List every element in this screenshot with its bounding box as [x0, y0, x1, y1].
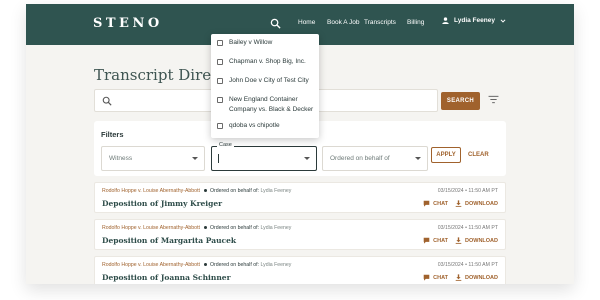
chat-button[interactable]: CHAT: [423, 200, 448, 207]
text-cursor: [218, 154, 219, 163]
download-button[interactable]: DOWNLOAD: [455, 274, 498, 281]
chat-label: CHAT: [433, 274, 448, 281]
transcript-date: 03/15/2024 • 11:50 AM PT: [437, 188, 498, 194]
transcript-date: 03/15/2024 • 11:50 AM PT: [437, 262, 498, 268]
ordered-on-behalf-select[interactable]: Ordered on behalf of: [322, 146, 428, 171]
case-option-label: New England Container Company vs. Black …: [229, 96, 314, 113]
user-menu[interactable]: Lydia Feeney: [442, 17, 506, 24]
case-option-label: Bailey v Willow: [229, 39, 273, 46]
transcript-title[interactable]: Deposition of Margarita Paucek: [102, 236, 236, 245]
filter-icon[interactable]: [488, 95, 499, 104]
caret-down-icon: [192, 157, 198, 160]
ordered-by: Lydia Feeney: [260, 225, 292, 231]
search-icon: [102, 96, 112, 106]
filters-heading: Filters: [101, 130, 124, 139]
checkbox-icon[interactable]: [217, 123, 223, 129]
caret-down-icon: [415, 157, 421, 160]
download-button[interactable]: DOWNLOAD: [455, 200, 498, 207]
checkbox-icon[interactable]: [217, 97, 223, 103]
case-dropdown-menu: Bailey v Willow Chapman v. Shop Big, Inc…: [211, 34, 319, 138]
download-label: DOWNLOAD: [465, 274, 498, 281]
nav-book-a-job[interactable]: Book A Job: [327, 19, 360, 26]
download-icon: [455, 274, 462, 281]
chat-icon: [423, 200, 430, 207]
witness-placeholder: Witness: [109, 155, 133, 162]
witness-select[interactable]: Witness: [101, 146, 205, 171]
transcript-card[interactable]: Rodolfo Hoppe v. Louise Abernathy-Abbott…: [94, 219, 506, 250]
checkbox-icon[interactable]: [217, 59, 223, 65]
card-meta: Rodolfo Hoppe v. Louise Abernathy-Abbott…: [102, 262, 291, 268]
card-actions: CHAT DOWNLOAD: [423, 237, 498, 244]
case-option-label: Chapman v. Shop Big, Inc.: [229, 58, 306, 65]
case-parties: Rodolfo Hoppe v. Louise Abernathy-Abbott: [102, 188, 200, 194]
chat-button[interactable]: CHAT: [423, 237, 448, 244]
download-label: DOWNLOAD: [465, 237, 498, 244]
case-option[interactable]: John Doe v City of Test City: [217, 76, 321, 86]
apply-button[interactable]: APPLY: [431, 147, 461, 163]
card-meta: Rodolfo Hoppe v. Louise Abernathy-Abbott…: [102, 188, 291, 194]
chat-label: CHAT: [433, 237, 448, 244]
case-option[interactable]: Bailey v Willow: [217, 38, 321, 48]
card-meta: Rodolfo Hoppe v. Louise Abernathy-Abbott…: [102, 225, 291, 231]
ordered-placeholder: Ordered on behalf of: [330, 155, 390, 162]
user-icon: [442, 17, 449, 24]
search-icon[interactable]: [270, 18, 281, 29]
ordered-by: Lydia Feeney: [260, 188, 292, 194]
transcript-title[interactable]: Deposition of Jimmy Kreiger: [102, 199, 222, 208]
chat-button[interactable]: CHAT: [423, 274, 448, 281]
chat-label: CHAT: [433, 200, 448, 207]
chevron-down-icon: [500, 18, 506, 23]
separator-dot: [203, 226, 207, 230]
ordered-label: Ordered on behalf of:: [209, 188, 259, 194]
chat-icon: [423, 274, 430, 281]
case-select[interactable]: Case: [211, 142, 317, 171]
card-actions: CHAT DOWNLOAD: [423, 274, 498, 281]
nav-billing[interactable]: Billing: [407, 19, 424, 26]
download-icon: [455, 237, 462, 244]
checkbox-icon[interactable]: [217, 40, 223, 46]
checkbox-icon[interactable]: [217, 78, 223, 84]
nav-transcripts[interactable]: Transcripts: [364, 19, 396, 26]
case-option[interactable]: qdoba vs chipotle: [217, 121, 321, 131]
steno-logo[interactable]: STENO: [93, 16, 163, 31]
transcript-card[interactable]: Rodolfo Hoppe v. Louise Abernathy-Abbott…: [94, 256, 506, 284]
case-parties: Rodolfo Hoppe v. Louise Abernathy-Abbott: [102, 225, 200, 231]
transcript-date: 03/15/2024 • 11:50 AM PT: [437, 225, 498, 231]
case-option-label: John Doe v City of Test City: [229, 77, 309, 84]
search-button[interactable]: SEARCH: [441, 92, 480, 110]
caret-down-icon: [304, 157, 310, 160]
separator-dot: [203, 189, 207, 193]
download-label: DOWNLOAD: [465, 200, 498, 207]
user-name: Lydia Feeney: [454, 17, 495, 24]
case-label: Case: [217, 142, 234, 148]
ordered-by: Lydia Feeney: [260, 262, 292, 268]
download-button[interactable]: DOWNLOAD: [455, 237, 498, 244]
case-option[interactable]: Chapman v. Shop Big, Inc.: [217, 57, 321, 67]
clear-button[interactable]: CLEAR: [468, 152, 489, 158]
case-parties: Rodolfo Hoppe v. Louise Abernathy-Abbott: [102, 262, 200, 268]
case-option-label: qdoba vs chipotle: [229, 122, 280, 129]
ordered-label: Ordered on behalf of:: [209, 225, 259, 231]
case-option[interactable]: New England Container Company vs. Black …: [217, 95, 321, 114]
nav-home[interactable]: Home: [298, 19, 315, 26]
card-actions: CHAT DOWNLOAD: [423, 200, 498, 207]
ordered-label: Ordered on behalf of:: [209, 262, 259, 268]
transcript-card[interactable]: Rodolfo Hoppe v. Louise Abernathy-Abbott…: [94, 182, 506, 213]
separator-dot: [203, 263, 207, 267]
chat-icon: [423, 237, 430, 244]
transcript-title[interactable]: Deposition of Joanna Schinner: [102, 273, 231, 282]
download-icon: [455, 200, 462, 207]
